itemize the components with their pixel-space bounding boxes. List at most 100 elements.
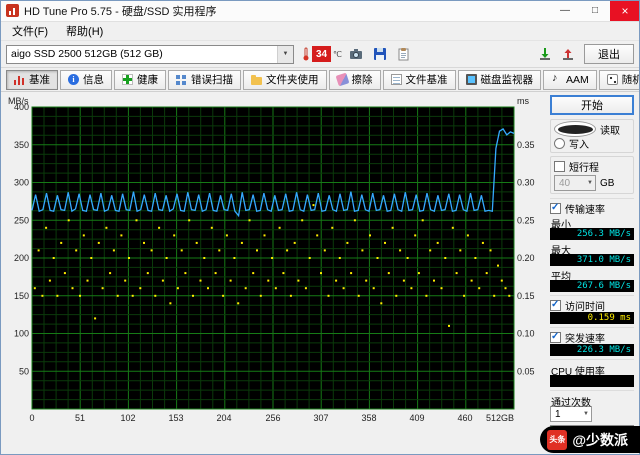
short-stroke-group: 短行程 40 ▼ GB: [550, 156, 634, 194]
tab-benchmark[interactable]: 基准: [6, 70, 58, 90]
tab-label: 错误扫描: [191, 72, 233, 87]
temperature-value: 34: [312, 46, 331, 62]
tab-label: 文件基准: [406, 72, 448, 87]
temperature-indicator: 34 ℃: [302, 46, 342, 62]
svg-text:150: 150: [14, 291, 29, 301]
transfer-rate-checkbox[interactable]: 传输速率: [550, 201, 634, 215]
close-button[interactable]: ×: [610, 0, 640, 21]
svg-text:256: 256: [265, 413, 280, 423]
app-icon: [6, 4, 19, 17]
minimize-button[interactable]: —: [550, 0, 580, 21]
pass-count-value: 1: [555, 409, 561, 420]
svg-text:0.25: 0.25: [517, 215, 535, 225]
svg-text:0.10: 0.10: [517, 329, 535, 339]
tab-disk-monitor[interactable]: 磁盘监视器: [458, 70, 542, 90]
tab-folder-usage[interactable]: 文件夹使用: [243, 70, 327, 90]
pass-count-label: 通过次数: [551, 394, 634, 405]
svg-text:ms: ms: [517, 96, 529, 106]
drive-select[interactable]: aigo SSD 2500 512GB (512 GB) ▼: [6, 45, 294, 64]
svg-text:51: 51: [75, 413, 85, 423]
svg-text:50: 50: [19, 366, 29, 376]
chevron-down-icon: ▼: [587, 180, 593, 186]
short-stroke-unit: GB: [600, 178, 614, 189]
svg-text:300: 300: [14, 178, 29, 188]
tab-erase[interactable]: 擦除: [329, 70, 381, 90]
burst-rate-section: 突发速率 226.3 MB/s: [550, 327, 634, 358]
chart-svg: 400350300250200150100500.350.300.250.200…: [6, 95, 544, 425]
clipboard-icon: [397, 47, 411, 61]
burst-rate-value: 226.3 MB/s: [550, 344, 634, 356]
tab-health[interactable]: 健康: [114, 70, 166, 90]
write-radio[interactable]: 写入: [554, 136, 630, 150]
svg-text:350: 350: [14, 140, 29, 150]
erase-icon: [335, 73, 349, 87]
error-scan-icon: [176, 74, 187, 85]
svg-text:153: 153: [168, 413, 183, 423]
maximize-button[interactable]: □: [580, 0, 610, 21]
chevron-down-icon: ▼: [277, 46, 293, 63]
min-label: 最小: [551, 216, 634, 227]
random-access-icon: [607, 74, 618, 85]
svg-text:0.15: 0.15: [517, 291, 535, 301]
svg-text:409: 409: [409, 413, 424, 423]
svg-text:0.05: 0.05: [517, 366, 535, 376]
svg-text:0.35: 0.35: [517, 140, 535, 150]
toutiao-logo-icon: 头条: [547, 430, 567, 450]
short-stroke-label: 短行程: [569, 159, 599, 174]
copy-text-button[interactable]: [394, 44, 414, 64]
short-stroke-checkbox[interactable]: 短行程: [554, 159, 630, 173]
avg-label: 平均: [551, 268, 634, 279]
main-area: 400350300250200150100500.350.300.250.200…: [0, 92, 640, 426]
tab-label: AAM: [566, 74, 589, 86]
file-benchmark-icon: [391, 74, 402, 85]
checkbox-checked-icon: [550, 203, 561, 214]
tab-aam[interactable]: AAM: [543, 70, 597, 90]
screenshot-button[interactable]: [346, 44, 366, 64]
save-screenshot-button[interactable]: [370, 44, 390, 64]
start-button[interactable]: 开始: [550, 95, 634, 115]
burst-rate-checkbox[interactable]: 突发速率: [550, 330, 634, 344]
max-label: 最大: [551, 242, 634, 253]
tab-random-access[interactable]: 随机访问: [599, 70, 640, 90]
write-label: 写入: [569, 136, 589, 151]
access-time-checkbox[interactable]: 访问时间: [550, 298, 634, 312]
exit-button[interactable]: 退出: [584, 44, 634, 64]
read-radio[interactable]: 读取: [554, 122, 630, 136]
menu-file[interactable]: 文件(F): [3, 21, 57, 41]
temperature-unit: ℃: [333, 50, 342, 59]
menu-help[interactable]: 帮助(H): [57, 21, 112, 41]
checkbox-checked-icon: [550, 300, 561, 311]
titlebar: HD Tune Pro 5.75 - 硬盘/SSD 实用程序 — □ ×: [0, 0, 640, 22]
svg-text:0.20: 0.20: [517, 253, 535, 263]
toolbar-right-group: 退出: [535, 44, 634, 64]
svg-text:512GB: 512GB: [486, 413, 514, 423]
arrow-down-icon: [538, 47, 552, 61]
tab-label: 擦除: [352, 72, 373, 87]
short-stroke-size-select[interactable]: 40 ▼: [554, 175, 596, 191]
access-time-value: 0.159 ms: [550, 312, 634, 324]
svg-text:200: 200: [14, 253, 29, 263]
transfer-rate-section: 传输速率 最小 256.3 MB/s 最大 371.0 MB/s 平均 267.…: [550, 198, 634, 294]
disk-monitor-icon: [466, 74, 477, 85]
svg-text:358: 358: [361, 413, 376, 423]
radio-selected-icon: [554, 121, 596, 137]
read-label: 读取: [600, 122, 620, 137]
watermark-handle: @少数派: [572, 430, 628, 450]
mode-group: 读取 写入: [550, 119, 634, 153]
benchmark-chart: 400350300250200150100500.350.300.250.200…: [6, 95, 544, 426]
save-results-button[interactable]: [535, 44, 555, 64]
info-icon: [68, 74, 79, 85]
burst-rate-label: 突发速率: [565, 330, 605, 345]
load-results-button[interactable]: [558, 44, 578, 64]
tab-file-benchmark[interactable]: 文件基准: [383, 70, 456, 90]
window-title: HD Tune Pro 5.75 - 硬盘/SSD 实用程序: [24, 3, 217, 19]
tab-error-scan[interactable]: 错误扫描: [168, 70, 241, 90]
arrow-up-icon: [561, 47, 575, 61]
svg-text:204: 204: [216, 413, 231, 423]
benchmark-icon: [14, 74, 25, 85]
chevron-down-icon: ▼: [583, 411, 589, 417]
checkbox-icon: [554, 161, 565, 172]
svg-text:250: 250: [14, 215, 29, 225]
svg-text:MB/s: MB/s: [8, 96, 29, 106]
tab-info[interactable]: 信息: [60, 70, 112, 90]
